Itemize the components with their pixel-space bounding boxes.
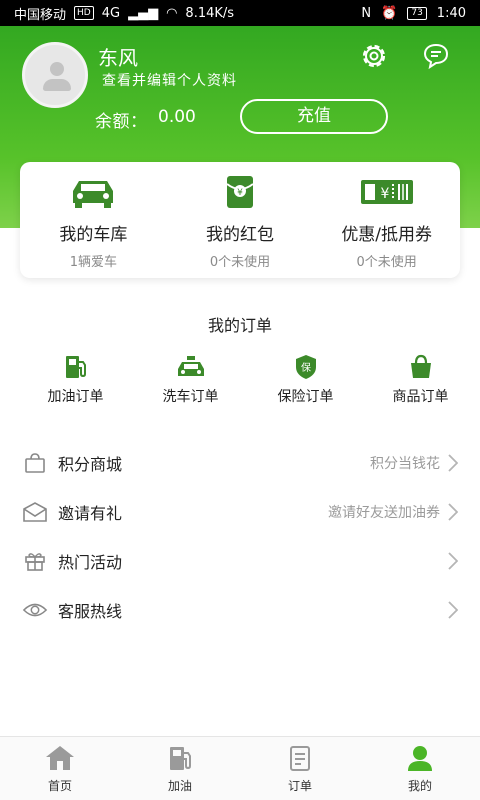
car-wash-icon bbox=[177, 356, 204, 376]
menu-label: 客服热线 bbox=[58, 601, 123, 621]
battery-indicator: 73 bbox=[407, 6, 427, 20]
profile-icon bbox=[408, 746, 432, 771]
gift-icon bbox=[25, 552, 45, 571]
avatar-body-shape bbox=[43, 79, 71, 91]
status-bar: 中国移动 HD 4G ▂▄▆ ◠ 8.14K/s N ⏰ 73 1:40 bbox=[0, 0, 480, 26]
order-insurance[interactable]: 保 保险订单 bbox=[248, 354, 363, 406]
alarm-icon: ⏰ bbox=[381, 5, 398, 21]
tab-home[interactable]: 首页 bbox=[0, 737, 120, 800]
wallet-item-red-envelope[interactable]: ¥ 我的红包 0个未使用 bbox=[167, 162, 314, 278]
avatar[interactable] bbox=[22, 42, 88, 108]
svg-text:¥: ¥ bbox=[380, 186, 389, 202]
menu-label: 热门活动 bbox=[58, 552, 123, 572]
menu-row-activities[interactable]: 热门活动 bbox=[0, 536, 480, 585]
tab-profile[interactable]: 我的 bbox=[360, 737, 480, 800]
menu-row-invite[interactable]: 邀请有礼 邀请好友送加油券 bbox=[0, 487, 480, 536]
user-name[interactable]: 东风 bbox=[98, 42, 138, 71]
network-label: 4G bbox=[101, 5, 121, 21]
wallet-item-subtitle: 1辆爱车 bbox=[69, 255, 117, 270]
orders-section-title: 我的订单 bbox=[207, 316, 272, 335]
insurance-icon: 保 bbox=[295, 355, 316, 379]
coupon-icon: ¥ bbox=[360, 180, 413, 204]
order-car-wash[interactable]: 洗车订单 bbox=[133, 354, 248, 406]
signal-icon: ▂▄▆ bbox=[128, 5, 159, 21]
chevron-right-icon bbox=[448, 453, 458, 472]
carrier-label: 中国移动 bbox=[14, 7, 67, 23]
menu-list: 积分商城 积分当钱花 邀请有礼 邀请好友送加油券 热门活动 客服热线 bbox=[0, 438, 480, 634]
svg-text:¥: ¥ bbox=[237, 188, 243, 198]
wallet-item-coupon[interactable]: ¥ 优惠/抵用券 0个未使用 bbox=[313, 162, 460, 278]
recharge-button[interactable]: 充值 bbox=[240, 99, 388, 134]
order-goods[interactable]: 商品订单 bbox=[363, 354, 478, 406]
order-icon bbox=[290, 746, 310, 771]
hd-badge: HD bbox=[74, 6, 94, 20]
order-label: 加油订单 bbox=[47, 389, 104, 405]
wallet-item-title: 我的车库 bbox=[59, 225, 128, 245]
wallet-item-title: 优惠/抵用券 bbox=[341, 225, 433, 245]
message-button[interactable] bbox=[420, 40, 452, 72]
menu-hint: 邀请好友送加油券 bbox=[328, 504, 440, 521]
car-icon bbox=[73, 181, 114, 208]
wallet-item-subtitle: 0个未使用 bbox=[209, 255, 271, 270]
settings-button[interactable] bbox=[358, 40, 390, 72]
tab-label: 订单 bbox=[287, 779, 312, 793]
tab-label: 首页 bbox=[47, 779, 72, 793]
balance-label: 余额： bbox=[95, 112, 148, 132]
fuel-pump-icon bbox=[170, 747, 191, 770]
menu-row-points-mall[interactable]: 积分商城 积分当钱花 bbox=[0, 438, 480, 487]
edit-profile-link[interactable]: 查看并编辑个人资料 bbox=[102, 70, 237, 90]
wifi-icon: ◠ bbox=[166, 5, 178, 21]
fuel-icon bbox=[65, 356, 86, 378]
chevron-right-icon bbox=[448, 600, 458, 619]
tab-fuel[interactable]: 加油 bbox=[120, 737, 240, 800]
bottom-tab-bar: 首页 加油 订单 我的 bbox=[0, 736, 480, 800]
balance-value: 0.00 bbox=[158, 107, 196, 127]
menu-label: 积分商城 bbox=[58, 454, 123, 474]
menu-hint: 积分当钱花 bbox=[370, 455, 440, 472]
tab-orders[interactable]: 订单 bbox=[240, 737, 360, 800]
wallet-card: 我的车库 1辆爱车 ¥ 我的红包 0个未使用 ¥ 优惠/抵用券 0个未使用 bbox=[20, 162, 460, 278]
envelope-icon bbox=[23, 501, 47, 522]
red-envelope-icon: ¥ bbox=[226, 176, 254, 208]
gear-icon bbox=[362, 44, 386, 68]
eye-icon bbox=[22, 603, 48, 616]
wallet-item-title: 我的红包 bbox=[206, 225, 274, 245]
shopping-bag-icon bbox=[410, 354, 431, 378]
points-mall-icon bbox=[25, 452, 45, 473]
chat-bubble-icon bbox=[423, 43, 449, 70]
chevron-right-icon bbox=[448, 502, 458, 521]
order-label: 洗车订单 bbox=[162, 389, 219, 405]
home-icon bbox=[46, 746, 74, 770]
tab-label: 我的 bbox=[407, 779, 432, 793]
order-label: 保险订单 bbox=[277, 389, 334, 405]
wallet-item-garage[interactable]: 我的车库 1辆爱车 bbox=[20, 162, 167, 278]
svg-text:保: 保 bbox=[301, 361, 311, 374]
chevron-right-icon bbox=[448, 551, 458, 570]
menu-label: 邀请有礼 bbox=[58, 503, 123, 523]
nfc-icon: N bbox=[361, 5, 372, 21]
clock: 1:40 bbox=[436, 5, 466, 21]
avatar-head-shape bbox=[50, 62, 64, 76]
wallet-item-subtitle: 0个未使用 bbox=[356, 255, 417, 270]
tab-label: 加油 bbox=[167, 779, 192, 793]
orders-row: 加油订单 洗车订单 保 保险订单 商品订单 bbox=[0, 354, 480, 406]
order-label: 商品订单 bbox=[392, 389, 449, 405]
menu-row-hotline[interactable]: 客服热线 bbox=[0, 585, 480, 634]
speed-label: 8.14K/s bbox=[185, 5, 235, 21]
order-fuel[interactable]: 加油订单 bbox=[18, 354, 133, 406]
